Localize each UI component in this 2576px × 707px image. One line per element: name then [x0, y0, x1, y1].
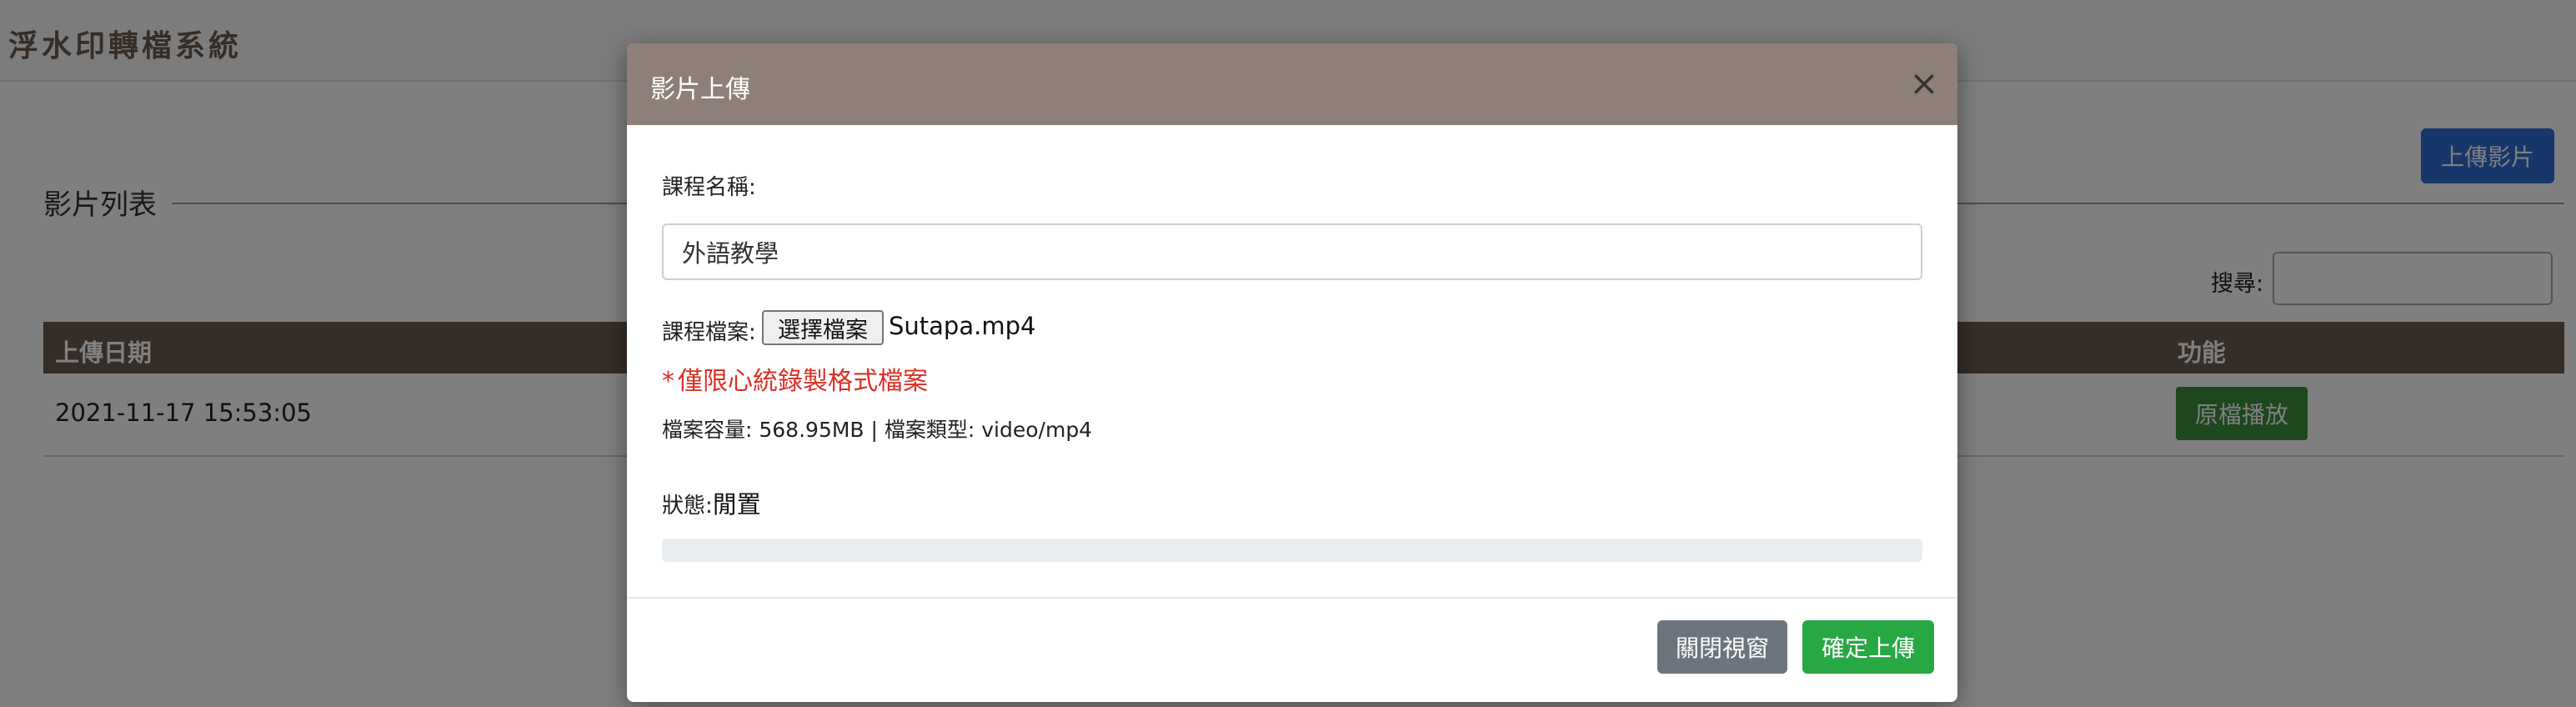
required-asterisk: *	[662, 367, 674, 396]
format-warning-text: 僅限心統錄製格式檔案	[678, 367, 928, 396]
course-file-label: 課程檔案:	[662, 320, 756, 345]
choose-file-button[interactable]: 選擇檔案	[762, 310, 884, 345]
status-value: 閒置	[712, 490, 761, 519]
modal-footer-divider	[627, 597, 1957, 599]
confirm-upload-button[interactable]: 確定上傳	[1802, 620, 1934, 674]
close-icon[interactable]: ×	[1909, 66, 1939, 101]
course-name-label: 課程名稱:	[662, 175, 756, 200]
format-warning: * 僅限心統錄製格式檔案	[662, 360, 928, 397]
course-name-input[interactable]: 外語教學	[662, 223, 1922, 280]
file-meta-info: 檔案容量: 568.95MB | 檔案類型: video/mp4	[662, 418, 1093, 442]
close-window-button[interactable]: 關閉視窗	[1657, 620, 1787, 674]
selected-file-name: Sutapa.mp4	[889, 312, 1036, 340]
modal-title: 影片上傳	[650, 75, 750, 104]
course-name-value: 外語教學	[682, 239, 779, 268]
upload-progress-bar	[662, 539, 1922, 562]
upload-modal: 影片上傳 × 課程名稱: 外語教學 課程檔案: 選擇檔案 Sutapa.mp4 …	[627, 43, 1957, 702]
upload-status: 狀態:閒置	[662, 485, 761, 520]
modal-header: 影片上傳 ×	[627, 43, 1957, 125]
status-label: 狀態:	[662, 494, 713, 519]
